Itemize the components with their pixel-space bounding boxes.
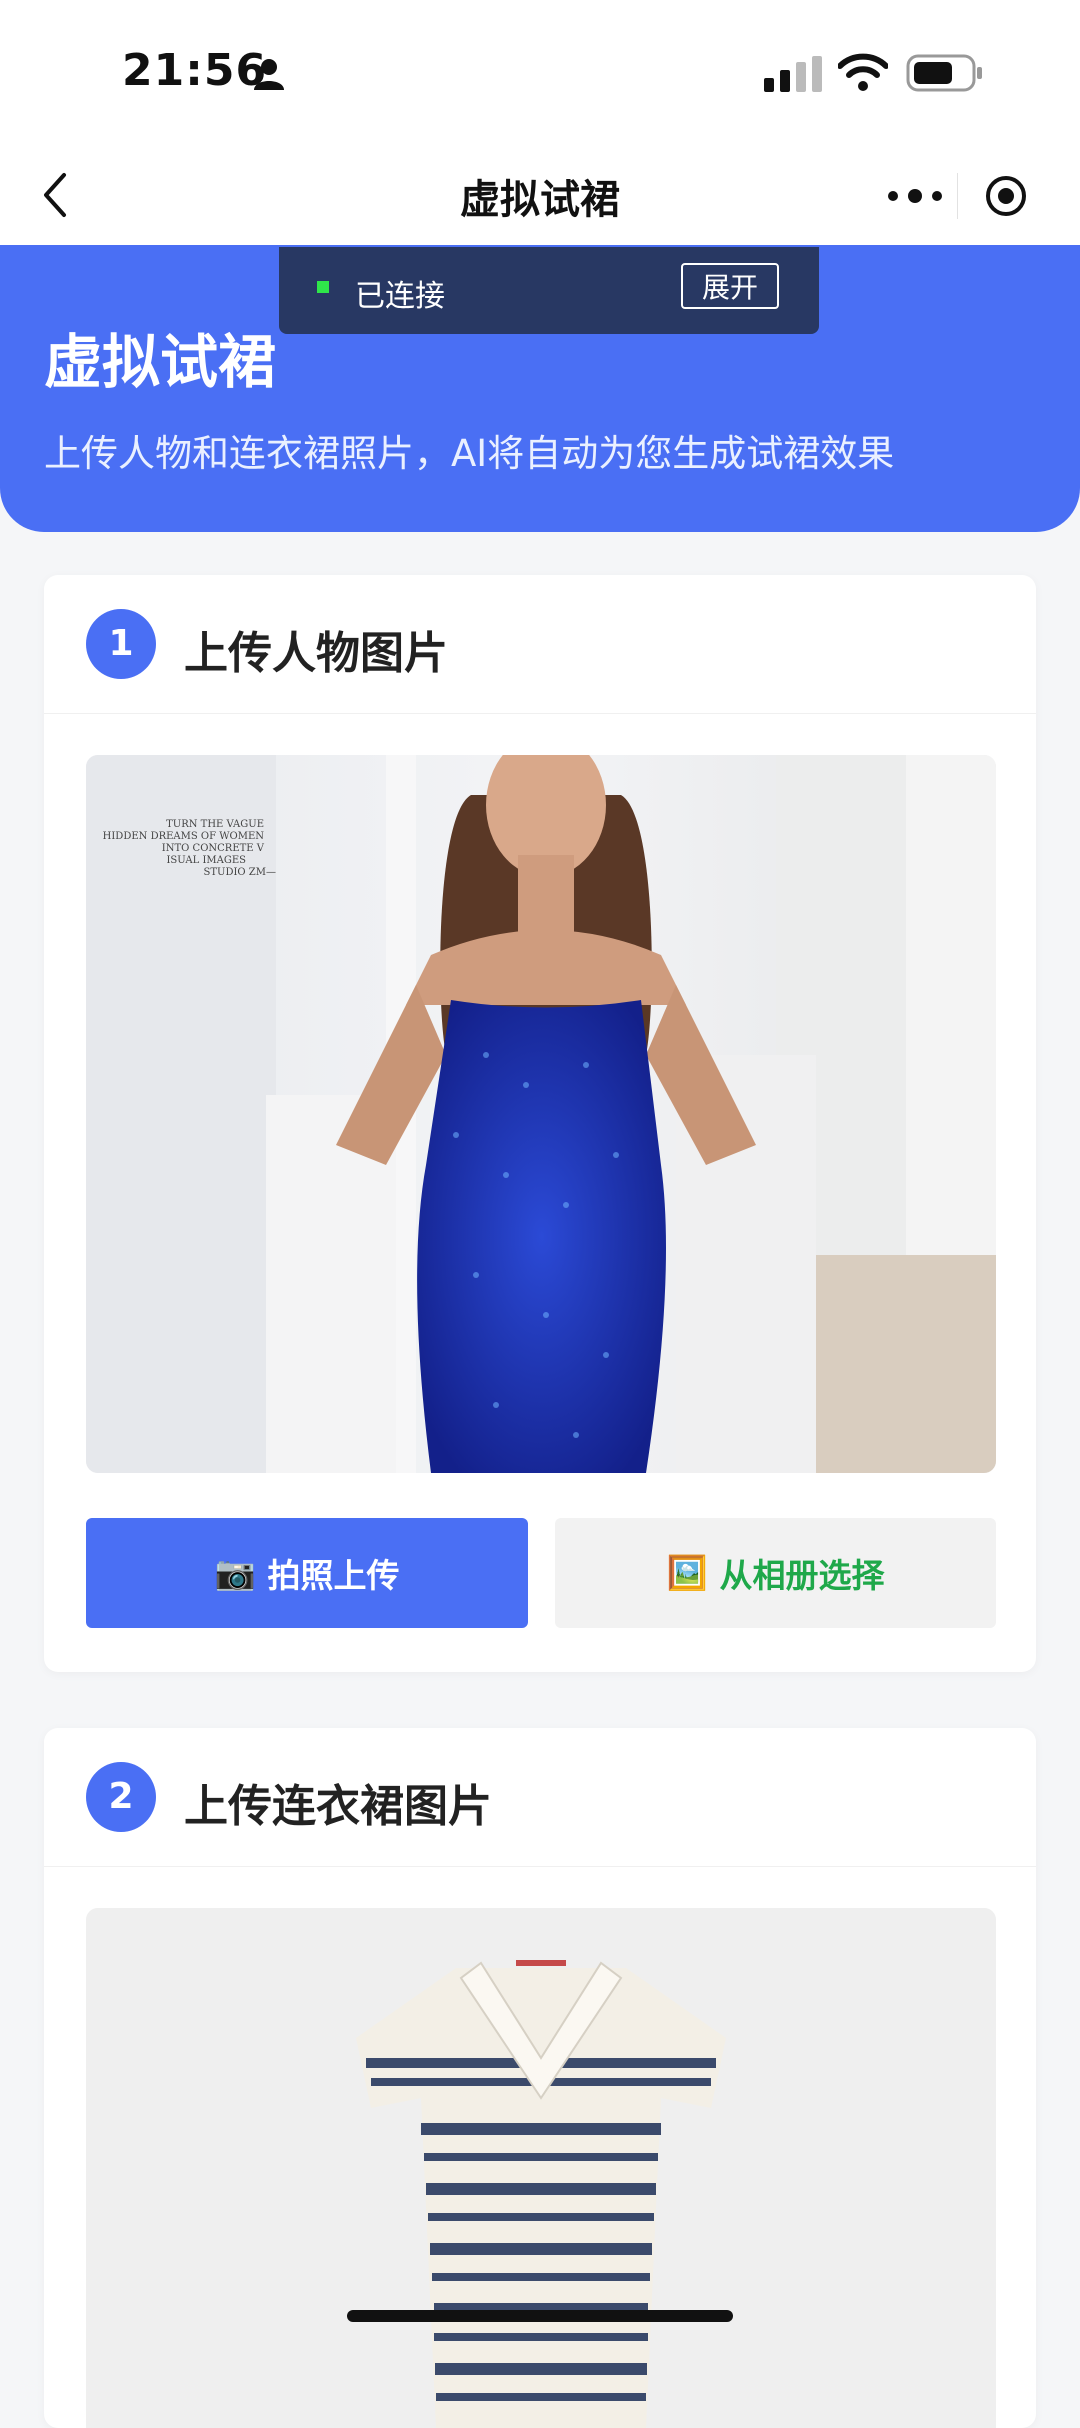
choose-from-album-button[interactable]: 🖼️ 从相册选择 [555,1518,996,1628]
header-title: 虚拟试裙 [44,328,277,396]
close-miniprogram-icon[interactable] [983,173,1029,219]
more-icon[interactable] [877,177,977,215]
take-photo-button[interactable]: 📷 拍照上传 [86,1518,528,1628]
status-time: 21:56 [122,45,268,96]
cellular-signal-icon [764,56,822,92]
card-header: 2 上传连衣裙图片 [44,1728,1036,1867]
choose-from-album-label: 从相册选择 [719,1556,885,1595]
battery-icon [906,54,982,92]
overlay-text-line: INTO CONCRETE V [162,843,265,854]
expand-button[interactable]: 展开 [681,263,779,309]
take-photo-label: 拍照上传 [267,1556,400,1595]
choose-from-album-button-content: 🖼️ 从相册选择 [555,1518,996,1628]
status-bar: 21:56 [0,0,1080,145]
home-indicator[interactable] [347,2310,733,2322]
person-photo-illustration: TURN THE VAGUE HIDDEN DREAMS OF WOMEN IN… [86,755,996,1473]
card-title: 上传人物图片 [184,628,448,679]
overlay-text-line: STUDIO ZM— [204,867,276,878]
upload-dress-card: 2 上传连衣裙图片 [44,1728,1036,2428]
camera-icon: 📷 [214,1553,256,1592]
overlay-text-line: ISUAL IMAGES [166,855,246,866]
nav-bar: 虚拟试裙 [0,145,1080,245]
mini-program-capsule [853,163,1061,229]
dress-photo[interactable] [86,1908,996,2428]
upload-person-card: 1 上传人物图片 TURN THE VAGUE HIDDEN DREAMS OF… [44,575,1036,1672]
picture-icon: 🖼️ [666,1553,708,1592]
step-number-badge: 2 [86,1762,156,1832]
take-photo-button-content: 📷 拍照上传 [86,1518,528,1628]
card-header: 1 上传人物图片 [44,575,1036,714]
connection-status: 已连接 [355,279,445,314]
overlay-text-line: HIDDEN DREAMS OF WOMEN [103,831,265,842]
wifi-icon [838,53,888,91]
step-number-badge: 1 [86,609,156,679]
connected-indicator-icon [317,281,329,293]
card-title: 上传连衣裙图片 [184,1781,492,1832]
capsule-divider [957,173,958,219]
dress-photo-illustration [86,1908,996,2428]
connection-toast: 已连接 展开 [279,247,819,334]
overlay-text-line: TURN THE VAGUE [166,819,264,830]
person-photo[interactable]: TURN THE VAGUE HIDDEN DREAMS OF WOMEN IN… [86,755,996,1473]
header-subtitle: 上传人物和连衣裙照片，AI将自动为您生成试裙效果 [44,432,895,475]
person-icon [254,59,284,90]
